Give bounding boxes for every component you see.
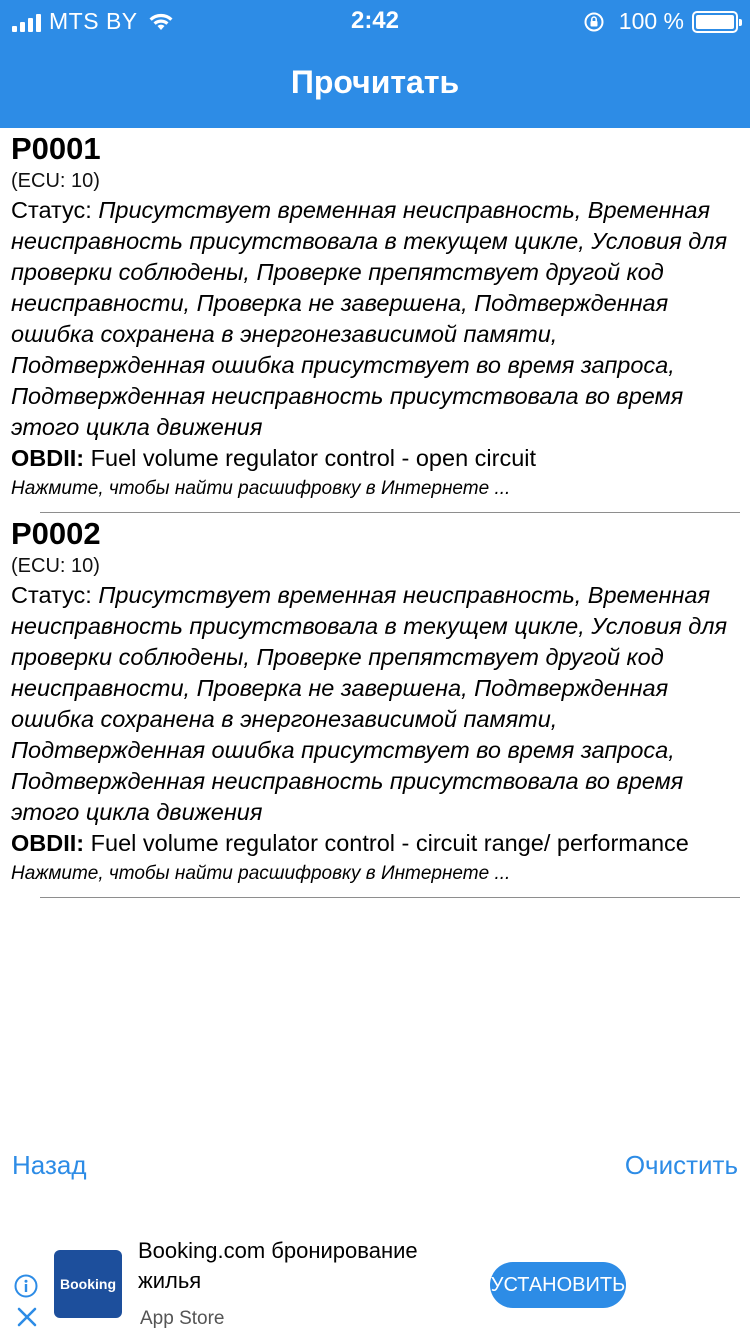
status-label: Статус: xyxy=(11,197,99,223)
ecu-label: (ECU: 10) xyxy=(11,555,100,577)
trouble-codes-list: P0001 (ECU: 10) Статус: Присутствует вре… xyxy=(0,130,750,901)
status-text: Присутствует временная неисправность, Вр… xyxy=(11,197,728,440)
info-icon[interactable] xyxy=(14,1274,38,1298)
search-hint-link[interactable]: Нажмите, чтобы найти расшифровку в Интер… xyxy=(11,474,740,504)
ecu-label: (ECU: 10) xyxy=(11,170,100,192)
trouble-code: P0002 xyxy=(11,516,101,551)
search-hint-link[interactable]: Нажмите, чтобы найти расшифровку в Интер… xyxy=(11,859,740,889)
divider xyxy=(40,512,740,513)
status-right: 100 % xyxy=(583,8,742,35)
app-header: MTS BY 2:42 100 % Прочитать xyxy=(0,0,750,128)
close-icon[interactable] xyxy=(16,1306,38,1328)
status-label: Статус: xyxy=(11,582,99,608)
obd-label: OBDII: xyxy=(11,830,85,856)
clear-button[interactable]: Очистить xyxy=(625,1150,738,1181)
back-button[interactable]: Назад xyxy=(12,1150,87,1181)
obd-text: Fuel volume regulator control - open cir… xyxy=(84,445,537,471)
obd-text: Fuel volume regulator control - circuit … xyxy=(84,830,689,856)
status-description: Статус: Присутствует временная неисправн… xyxy=(11,195,740,443)
obd-label: OBDII: xyxy=(11,445,85,471)
ad-store-label: App Store xyxy=(140,1308,225,1329)
divider xyxy=(40,897,740,898)
battery-icon xyxy=(692,10,742,33)
status-text: Присутствует временная неисправность, Вр… xyxy=(11,582,728,825)
obd-description: OBDII: Fuel volume regulator control - c… xyxy=(11,828,740,859)
obd-description: OBDII: Fuel volume regulator control - o… xyxy=(11,443,740,474)
trouble-code: P0001 xyxy=(11,131,101,166)
ad-title[interactable]: Booking.com бронирование жилья xyxy=(138,1236,478,1296)
ad-banner[interactable]: Booking Booking.com бронирование жилья A… xyxy=(0,1228,750,1334)
list-item[interactable]: P0001 (ECU: 10) Статус: Присутствует вре… xyxy=(0,131,750,504)
status-bar: MTS BY 2:42 100 % xyxy=(0,0,750,40)
page-title: Прочитать xyxy=(290,64,460,100)
rotation-lock-icon xyxy=(584,12,604,31)
battery-percent: 100 % xyxy=(618,8,684,34)
status-description: Статус: Присутствует временная неисправн… xyxy=(11,580,740,828)
install-button[interactable]: УСТАНОВИТЬ xyxy=(490,1262,626,1308)
list-item[interactable]: P0002 (ECU: 10) Статус: Присутствует вре… xyxy=(0,516,750,889)
app-logo[interactable]: Booking xyxy=(54,1250,122,1318)
